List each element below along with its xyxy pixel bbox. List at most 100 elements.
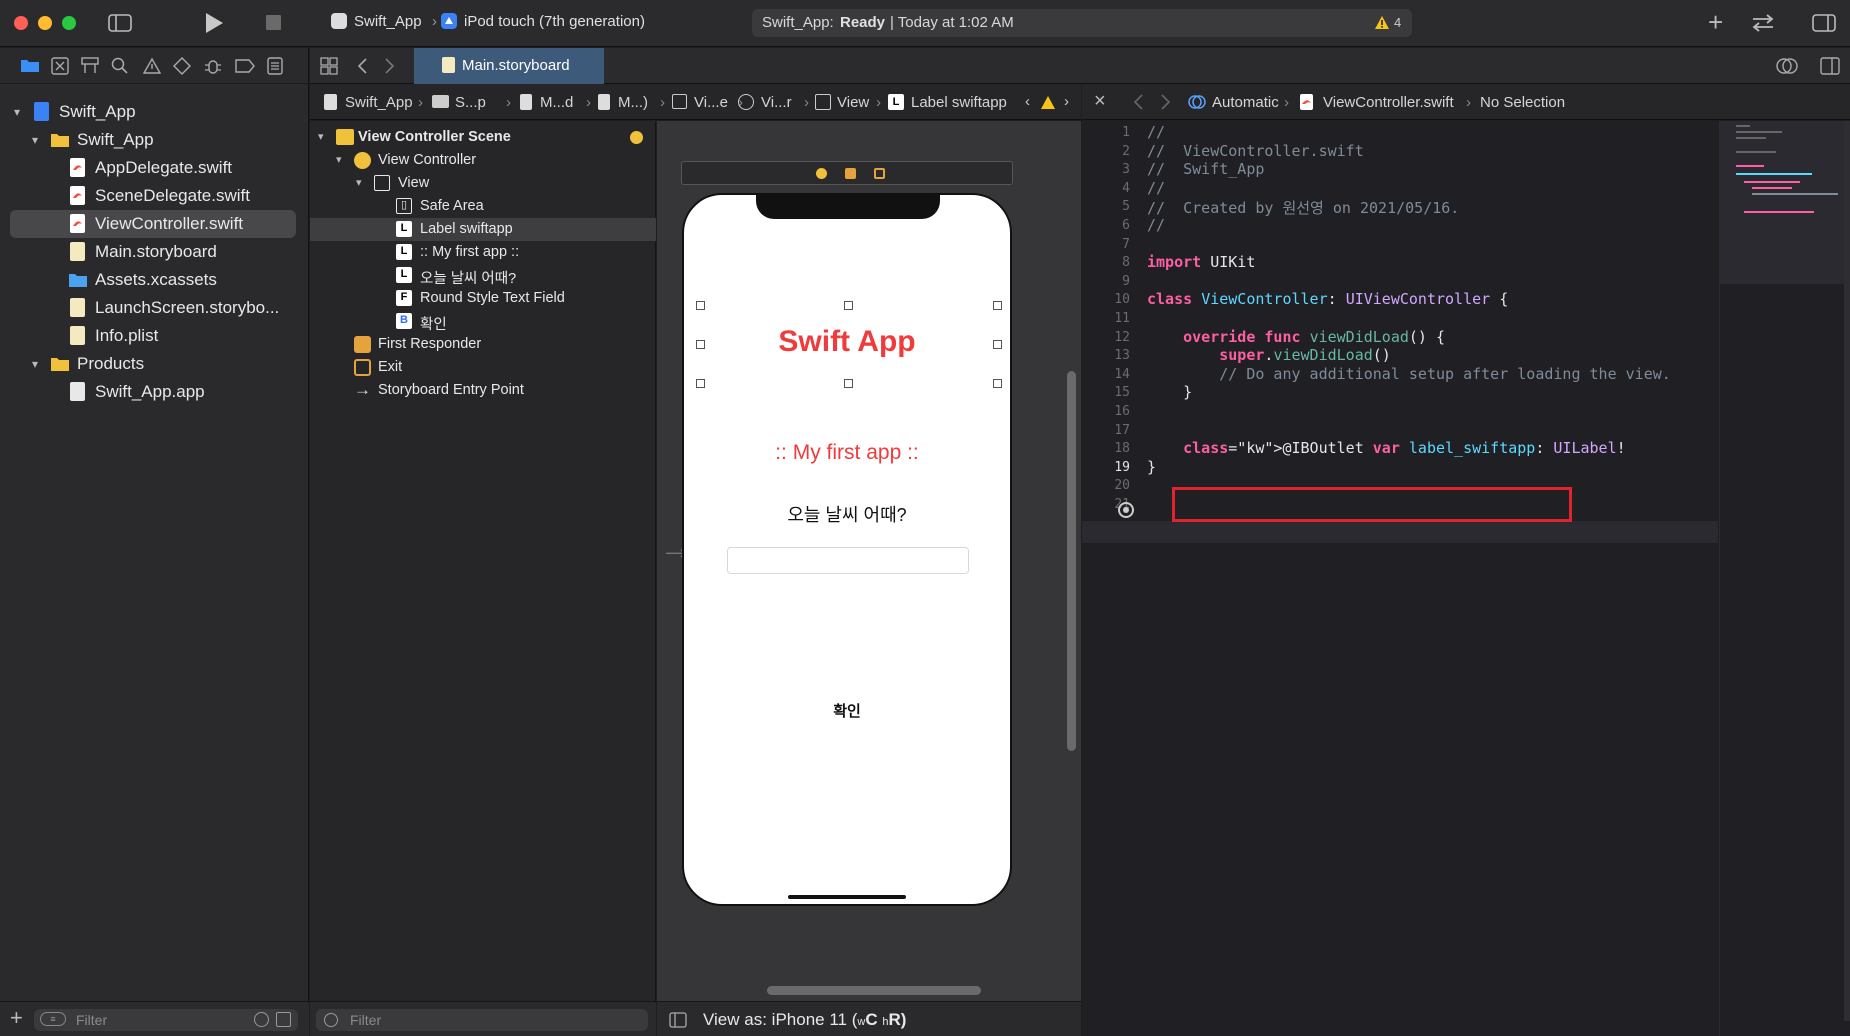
run-icon[interactable]: [204, 12, 224, 34]
jump-item[interactable]: Vi...e: [694, 94, 728, 111]
warning-icon[interactable]: [1040, 95, 1056, 110]
code-editor[interactable]: 1 2 3 4 5 6 7 8 9 10 11 12 13 14 15 16 17 18 19 20 21 //// V…: [1082, 121, 1718, 1036]
jump-file[interactable]: ViewController.swift: [1323, 94, 1454, 111]
tree-row-file-selected[interactable]: ViewController.swift: [10, 210, 296, 238]
sidebar-toggle-icon[interactable]: [108, 14, 132, 32]
swift-app-label[interactable]: Swift App: [684, 325, 1010, 359]
test-icon[interactable]: [173, 57, 191, 75]
minimize-window-button[interactable]: [38, 16, 52, 30]
outline-row[interactable]: → Storyboard Entry Point: [310, 379, 656, 402]
recent-files-icon[interactable]: [254, 1012, 269, 1027]
outline-row[interactable]: L 오늘 날씨 어때?: [310, 264, 656, 287]
code-line[interactable]: // Do any additional setup after loading…: [1147, 365, 1671, 383]
device-selector[interactable]: iPod touch (7th generation): [464, 13, 645, 30]
tree-row-project[interactable]: ▾ Swift_App: [0, 98, 309, 126]
issue-icon[interactable]: [143, 57, 161, 75]
responder-dock-icon[interactable]: [845, 168, 856, 179]
folder-icon[interactable]: [20, 57, 40, 73]
resize-handle[interactable]: [696, 379, 705, 388]
report-icon[interactable]: [267, 57, 283, 75]
jump-item[interactable]: S...p: [455, 94, 486, 111]
filter-options-icon[interactable]: ≡: [40, 1012, 66, 1026]
tree-row-file[interactable]: AppDelegate.swift: [0, 154, 309, 182]
inspector-toggle-icon[interactable]: [1812, 14, 1836, 32]
close-icon[interactable]: ×: [1094, 90, 1106, 113]
search-icon[interactable]: [111, 57, 129, 75]
code-line[interactable]: //: [1147, 216, 1165, 234]
code-line[interactable]: // Swift_App: [1147, 160, 1264, 178]
add-icon[interactable]: +: [1708, 7, 1723, 38]
code-line[interactable]: class ViewController: UIViewController {: [1147, 290, 1508, 308]
outline-row-scene[interactable]: ▾ View Controller Scene: [310, 126, 656, 149]
weather-question-label[interactable]: 오늘 날씨 어때?: [684, 501, 1010, 527]
back-icon[interactable]: [356, 58, 368, 74]
code-lines[interactable]: //// ViewController.swift// Swift_App///…: [1082, 121, 1718, 1036]
swap-icon[interactable]: [1750, 13, 1776, 33]
resize-handle[interactable]: [844, 379, 853, 388]
jump-item[interactable]: M...): [618, 94, 648, 111]
add-file-icon[interactable]: +: [10, 1005, 23, 1031]
jump-item[interactable]: Swift_App: [345, 94, 413, 111]
my-first-app-label[interactable]: :: My first app ::: [684, 441, 1010, 465]
code-line[interactable]: override func viewDidLoad() {: [1147, 328, 1445, 346]
forward-icon[interactable]: [384, 58, 396, 74]
resize-handle[interactable]: [696, 301, 705, 310]
scheme-selector[interactable]: Swift_App: [354, 13, 422, 30]
minimap-scrollbar[interactable]: [1844, 121, 1850, 1021]
code-line[interactable]: }: [1147, 383, 1192, 401]
round-style-text-field[interactable]: [727, 547, 969, 574]
jump-item[interactable]: View: [837, 94, 869, 111]
add-editor-icon[interactable]: [1820, 57, 1840, 75]
outlet-connection-icon[interactable]: [1118, 502, 1134, 518]
outline-row[interactable]: ▯ Safe Area: [310, 195, 656, 218]
tree-row-group[interactable]: ▾ Products: [0, 350, 309, 378]
navigator-filter-field[interactable]: ≡ Filter: [34, 1009, 298, 1031]
tree-row-file[interactable]: Info.plist: [0, 322, 309, 350]
outline-row[interactable]: L :: My first app ::: [310, 241, 656, 264]
symbol-icon[interactable]: [81, 57, 99, 75]
resize-handle[interactable]: [844, 301, 853, 310]
code-line[interactable]: //: [1147, 123, 1165, 141]
debug-icon[interactable]: [203, 57, 223, 75]
jump-selection[interactable]: No Selection: [1480, 94, 1565, 111]
outline-row-selected[interactable]: L Label swiftapp: [310, 218, 656, 241]
jump-item[interactable]: M...d: [540, 94, 573, 111]
outline-row[interactable]: ▾ View: [310, 172, 656, 195]
source-control-icon[interactable]: [51, 57, 69, 75]
outline-row[interactable]: B 확인: [310, 310, 656, 333]
code-line[interactable]: class="kw">@IBOutlet var label_swiftapp:…: [1147, 439, 1626, 457]
chevron-right-icon[interactable]: ›: [1064, 93, 1069, 110]
code-line[interactable]: }: [1147, 458, 1156, 476]
breakpoint-icon[interactable]: [235, 59, 255, 73]
jump-item[interactable]: Vi...r: [761, 94, 792, 111]
code-line[interactable]: super.viewDidLoad(): [1147, 346, 1391, 364]
outline-row[interactable]: ▾ View Controller: [310, 149, 656, 172]
stop-icon[interactable]: [266, 15, 282, 31]
grid-icon[interactable]: [320, 57, 338, 75]
code-line[interactable]: //: [1147, 179, 1165, 197]
tree-row-file[interactable]: Assets.xcassets: [0, 266, 309, 294]
scm-filter-icon[interactable]: [276, 1012, 291, 1027]
code-line[interactable]: // Created by 원선영 on 2021/05/16.: [1147, 197, 1459, 218]
resize-handle[interactable]: [993, 379, 1002, 388]
outline-row[interactable]: F Round Style Text Field: [310, 287, 656, 310]
outline-row[interactable]: Exit: [310, 356, 656, 379]
back-icon[interactable]: [1132, 94, 1144, 110]
minimap[interactable]: [1719, 121, 1850, 1036]
tree-row-file[interactable]: Main.storyboard: [0, 238, 309, 266]
tree-row-group[interactable]: ▾ Swift_App: [0, 126, 309, 154]
close-window-button[interactable]: [14, 16, 28, 30]
resize-handle[interactable]: [993, 301, 1002, 310]
tree-row-file[interactable]: SceneDelegate.swift: [0, 182, 309, 210]
jump-item[interactable]: Label swiftapp: [911, 94, 1007, 111]
chevron-left-icon[interactable]: ‹: [1025, 93, 1030, 110]
confirm-button[interactable]: 확인: [684, 700, 1010, 721]
assistant-mode-selector[interactable]: Automatic: [1212, 94, 1279, 111]
horizontal-scrollbar[interactable]: [767, 986, 981, 995]
outline-toggle-icon[interactable]: [669, 1012, 687, 1028]
tab-main-storyboard[interactable]: Main.storyboard: [414, 48, 604, 84]
outline-filter-field[interactable]: Filter: [316, 1009, 648, 1031]
outline-row[interactable]: First Responder: [310, 333, 656, 356]
tree-row-file[interactable]: Swift_App.app: [0, 378, 309, 406]
arrow-circle-icon[interactable]: [630, 131, 643, 144]
